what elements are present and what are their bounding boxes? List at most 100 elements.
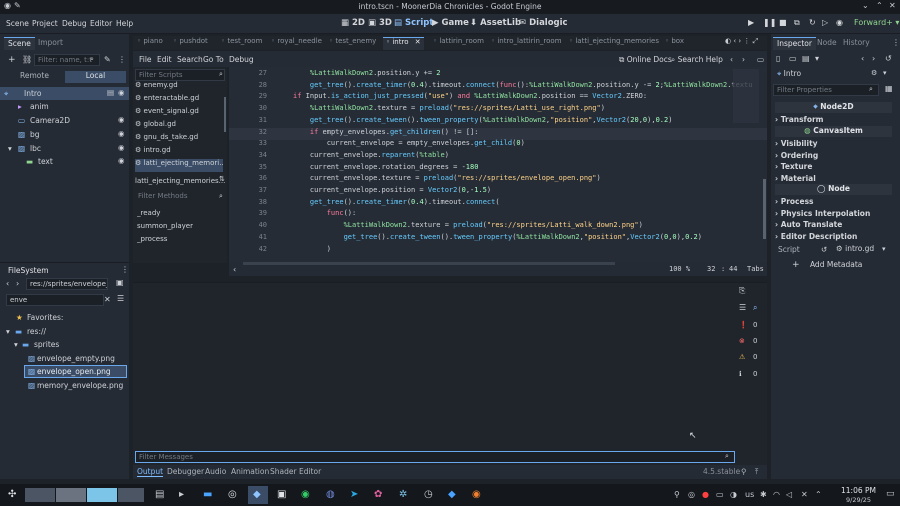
visibility-icon[interactable]: ◉: [118, 129, 125, 138]
tab-history[interactable]: History: [839, 37, 874, 50]
res-folder[interactable]: ▾ ▬ res://: [0, 325, 129, 338]
expand-tray-icon[interactable]: ⌃: [815, 490, 822, 499]
script-tab[interactable]: ◦ test_room: [221, 37, 262, 50]
message-filter-icon[interactable]: ❗: [739, 321, 748, 329]
filter-properties-input[interactable]: Filter Properties: [773, 84, 879, 96]
keyboard-layout[interactable]: us: [745, 490, 754, 499]
clock-time[interactable]: 11:06 PM: [841, 486, 876, 495]
workspace-3[interactable]: [87, 488, 117, 502]
tab-output[interactable]: Output: [137, 467, 164, 477]
telegram-icon[interactable]: ➤: [350, 489, 358, 500]
code-line[interactable]: 29 if Input.is_action_just_pressed("use")…: [229, 92, 767, 104]
task-manager-icon[interactable]: ▤: [155, 489, 164, 500]
tab-import[interactable]: Import: [34, 37, 67, 50]
visibility-icon[interactable]: ◉: [118, 143, 125, 152]
indent-mode[interactable]: Tabs: [747, 265, 764, 273]
info-icon[interactable]: ℹ: [739, 370, 742, 378]
chevron-down-icon[interactable]: ▾: [882, 245, 886, 253]
twitch-icon[interactable]: ▣: [277, 489, 286, 500]
workspace-dialogic[interactable]: ✉ Dialogic: [519, 18, 568, 28]
code-line[interactable]: 33 current_envelope = empty_envelopes.ge…: [229, 139, 767, 151]
chevron-down-icon[interactable]: ▾: [883, 69, 887, 77]
script-list-item[interactable]: ⚙ enteractable.gd: [135, 94, 223, 107]
history-icon[interactable]: ↺: [885, 54, 892, 63]
paint-icon[interactable]: ✿: [374, 489, 382, 500]
code-line[interactable]: 41 get_tree().create_tween().tween_prope…: [229, 233, 767, 245]
save-icon[interactable]: ▤: [802, 54, 810, 63]
game-icon[interactable]: ◎: [688, 490, 695, 499]
script-menu-debug[interactable]: Debug: [229, 55, 254, 64]
prev-icon[interactable]: ‹: [730, 55, 733, 64]
group-editor-description[interactable]: › Editor Description: [775, 232, 857, 241]
group-material[interactable]: › Material: [775, 174, 816, 183]
script-list-item[interactable]: ⚙ event_signal.gd: [135, 107, 223, 120]
search-help-button[interactable]: ⌕ Search Help: [671, 55, 723, 65]
next-icon[interactable]: ›: [742, 55, 745, 64]
add-metadata-button[interactable]: + Add Metadata: [792, 260, 882, 272]
filter-scripts-input[interactable]: Filter Scripts: [135, 69, 225, 81]
code-line[interactable]: 38 get_tree().create_timer(0.4).timeout.…: [229, 198, 767, 210]
blender-icon[interactable]: ◉: [472, 489, 481, 500]
list-icon[interactable]: ☰: [739, 303, 746, 312]
script-list-item-selected[interactable]: ⚙ latti_ejecting_memori...: [135, 159, 223, 172]
tab-shader-editor[interactable]: Shader Editor: [270, 467, 321, 476]
pin-icon[interactable]: ⚲: [741, 467, 747, 476]
tool-icon[interactable]: ✎: [104, 55, 111, 64]
remote-button[interactable]: Remote: [4, 71, 65, 83]
method-item[interactable]: summon_player: [137, 222, 225, 235]
settings-icon[interactable]: ⚙: [871, 69, 877, 77]
extra-icon[interactable]: ▾: [815, 54, 819, 63]
code-line[interactable]: 32 if empty_envelopes.get_children() != …: [229, 127, 767, 140]
stop-icon[interactable]: ■: [779, 18, 787, 27]
settings-app-icon[interactable]: ✲: [399, 489, 407, 500]
forward-icon[interactable]: ›: [16, 279, 19, 288]
filesystem-search-input[interactable]: enve: [6, 294, 104, 306]
scene-node-intro[interactable]: ⌖ Intro ▤ ◉: [0, 87, 129, 100]
sort-icon[interactable]: ⇅: [219, 175, 225, 183]
split-view-icon[interactable]: ▣: [116, 278, 124, 287]
volume-icon[interactable]: ◑: [730, 490, 737, 499]
method-item[interactable]: _ready: [137, 209, 225, 222]
more-icon[interactable]: ⋮: [121, 265, 129, 274]
workspace-script[interactable]: ▤ Script: [394, 18, 433, 28]
script-tab[interactable]: ◦ pushdot: [173, 37, 208, 50]
visibility-icon[interactable]: ◉: [118, 88, 125, 97]
scene-node-text[interactable]: ▬ text ◉: [0, 155, 129, 168]
scene-node-lbc[interactable]: ▾ ▨ lbc ◉: [0, 142, 129, 155]
more-icon[interactable]: ⋮: [118, 55, 126, 64]
more-icon[interactable]: ⋮: [892, 38, 900, 47]
display-icon[interactable]: ▭: [716, 490, 724, 499]
godot-app-icon[interactable]: ◆: [448, 489, 456, 500]
clear-icon[interactable]: ✕: [104, 295, 111, 304]
link-icon[interactable]: ⛓: [22, 55, 32, 64]
workspace-2d[interactable]: ▦ 2D: [341, 18, 365, 28]
script-menu-edit[interactable]: Edit: [157, 55, 172, 64]
script-tab[interactable]: ◦ piano: [137, 37, 163, 50]
script-tab[interactable]: ◦ test_enemy: [329, 37, 376, 50]
code-line[interactable]: 42 ): [229, 245, 767, 257]
code-minimap[interactable]: [733, 69, 759, 123]
scene-node-anim[interactable]: ▸ anim: [0, 100, 129, 113]
inspector-options-icon[interactable]: ▦: [885, 84, 893, 93]
group-transform[interactable]: › Transform: [775, 115, 824, 124]
collapse-icon[interactable]: ▾: [8, 144, 12, 153]
wifi-icon[interactable]: ◠: [773, 490, 780, 499]
group-visibility[interactable]: › Visibility: [775, 139, 818, 148]
local-button[interactable]: Local: [65, 71, 126, 83]
play-icon[interactable]: ▶: [748, 18, 754, 27]
script-list-item[interactable]: ⚙ intro.gd: [135, 146, 223, 159]
error-icon[interactable]: ⊗: [739, 337, 745, 345]
tab-audio[interactable]: Audio: [205, 467, 226, 476]
github-icon[interactable]: ◉: [301, 489, 310, 500]
collapse-icon[interactable]: ▾: [14, 340, 18, 349]
script-icon[interactable]: ▤: [107, 88, 114, 97]
godot-task[interactable]: ◆: [248, 486, 268, 504]
play-scene-icon[interactable]: ▷: [822, 18, 828, 27]
group-physics-interpolation[interactable]: › Physics Interpolation: [775, 209, 870, 218]
menu-project[interactable]: Project: [32, 19, 58, 28]
code-line[interactable]: 39 func():: [229, 209, 767, 221]
code-line[interactable]: 37 current_envelope.position = Vector2(0…: [229, 186, 767, 198]
group-texture[interactable]: › Texture: [775, 162, 812, 171]
reload-icon[interactable]: ↻: [809, 18, 816, 27]
filesystem-path-input[interactable]: res://sprites/envelope_op: [26, 278, 108, 290]
